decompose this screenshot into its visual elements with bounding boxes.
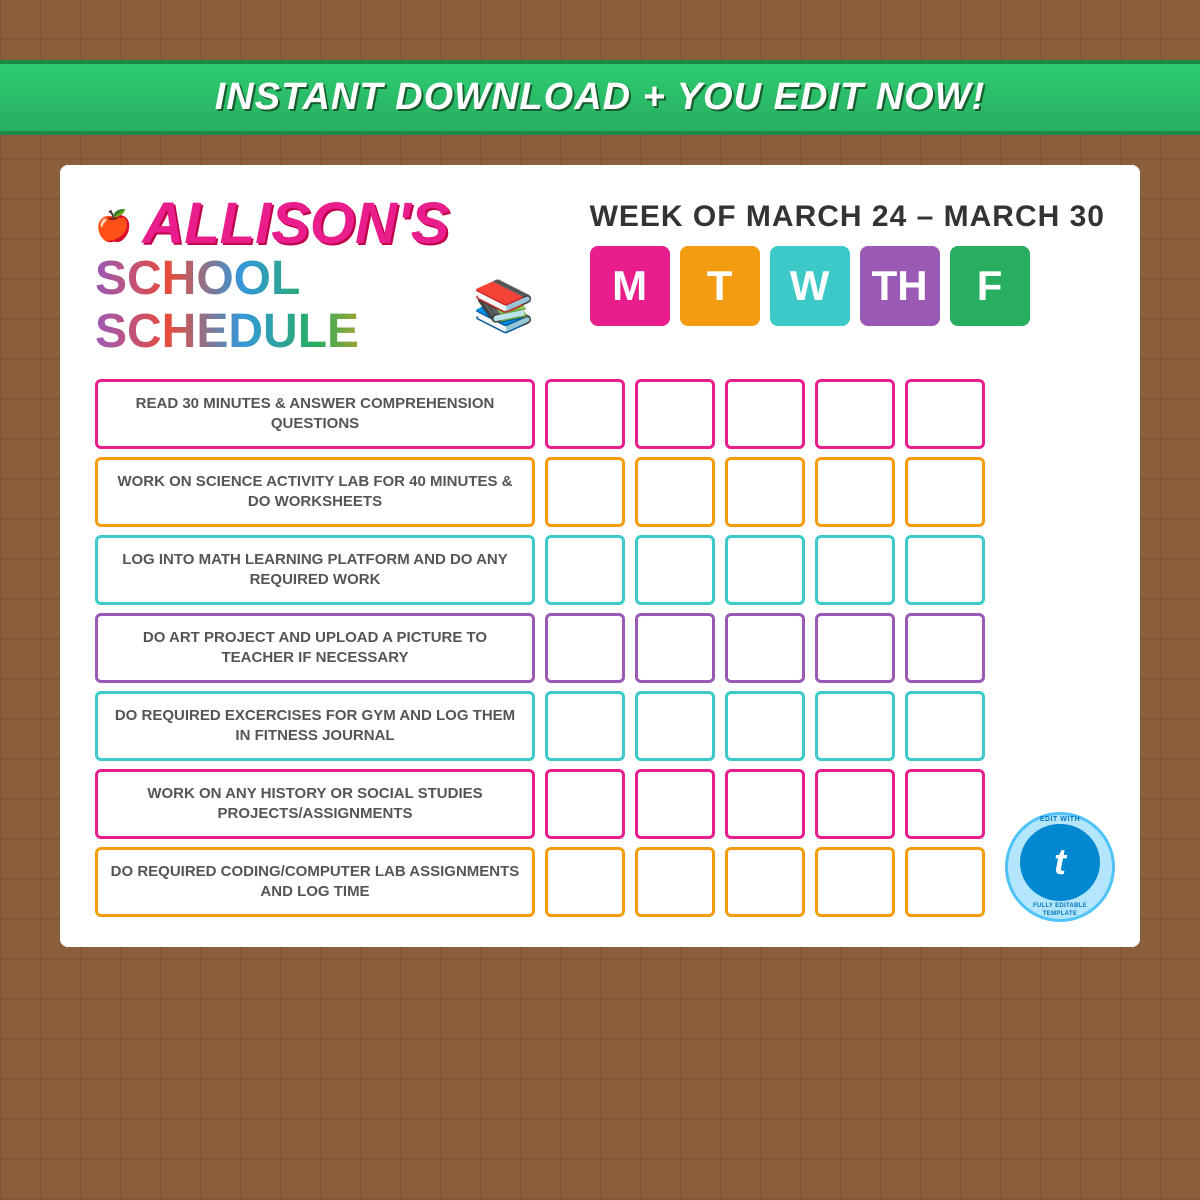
table-row: WORK ON ANY HISTORY OR SOCIAL STUDIES PR… <box>95 769 1105 839</box>
checkbox[interactable] <box>635 535 715 605</box>
day-thursday: TH <box>860 246 940 326</box>
task-4-checkboxes <box>545 613 985 683</box>
week-block: WEEK OF MARCH 24 – MARCH 30 M T W TH F <box>590 195 1105 326</box>
checkbox[interactable] <box>905 769 985 839</box>
table-row: DO REQUIRED CODING/COMPUTER LAB ASSIGNME… <box>95 847 1105 917</box>
checkbox[interactable] <box>545 535 625 605</box>
week-label: WEEK OF MARCH 24 – MARCH 30 <box>590 200 1105 234</box>
checkbox[interactable] <box>545 691 625 761</box>
templett-top-text: EDIT WITH <box>1040 815 1080 824</box>
checkbox[interactable] <box>815 379 895 449</box>
templett-bottom-text: FULLY EDITABLETEMPLATE <box>1033 903 1087 919</box>
table-row: DO ART PROJECT AND UPLOAD A PICTURE TO T… <box>95 613 1105 683</box>
day-friday: F <box>950 246 1030 326</box>
checkbox[interactable] <box>905 535 985 605</box>
allisons-name: ALLISON'S <box>142 195 449 253</box>
checkbox[interactable] <box>725 457 805 527</box>
checkbox[interactable] <box>725 691 805 761</box>
task-2-label: WORK ON SCIENCE ACTIVITY LAB FOR 40 MINU… <box>95 457 535 527</box>
checkbox[interactable] <box>815 613 895 683</box>
table-row: DO REQUIRED EXCERCISES FOR GYM AND LOG T… <box>95 691 1105 761</box>
task-6-checkboxes <box>545 769 985 839</box>
checkbox[interactable] <box>545 613 625 683</box>
checkbox[interactable] <box>635 613 715 683</box>
day-headers: M T W TH F <box>590 246 1105 326</box>
task-1-checkboxes <box>545 379 985 449</box>
checkbox[interactable] <box>635 847 715 917</box>
checkbox[interactable] <box>815 535 895 605</box>
title-block: 🍎 ALLISON'S SCHOOL SCHEDULE 📚 <box>95 195 535 359</box>
checkbox[interactable] <box>635 379 715 449</box>
task-6-label: WORK ON ANY HISTORY OR SOCIAL STUDIES PR… <box>95 769 535 839</box>
task-2-checkboxes <box>545 457 985 527</box>
templett-badge: EDIT WITH t FULLY EDITABLETEMPLATE <box>1005 812 1115 922</box>
checkbox[interactable] <box>815 457 895 527</box>
checkbox[interactable] <box>905 847 985 917</box>
main-card: 🍎 ALLISON'S SCHOOL SCHEDULE 📚 WEEK OF MA… <box>60 165 1140 947</box>
schedule-label: SCHOOL SCHEDULE <box>95 253 463 359</box>
task-7-checkboxes <box>545 847 985 917</box>
checkbox[interactable] <box>545 379 625 449</box>
books-icon: 📚 <box>473 281 535 331</box>
checkbox[interactable] <box>725 535 805 605</box>
task-3-label: LOG INTO MATH LEARNING PLATFORM AND DO A… <box>95 535 535 605</box>
task-3-checkboxes <box>545 535 985 605</box>
day-tuesday: T <box>680 246 760 326</box>
checkbox[interactable] <box>635 691 715 761</box>
table-row: WORK ON SCIENCE ACTIVITY LAB FOR 40 MINU… <box>95 457 1105 527</box>
checkbox[interactable] <box>725 613 805 683</box>
day-monday: M <box>590 246 670 326</box>
task-5-label: DO REQUIRED EXCERCISES FOR GYM AND LOG T… <box>95 691 535 761</box>
checkbox[interactable] <box>905 457 985 527</box>
name-line: 🍎 ALLISON'S <box>95 195 535 253</box>
checkbox[interactable] <box>725 847 805 917</box>
schedule-grid: READ 30 MINUTES & ANSWER COMPREHENSION Q… <box>95 379 1105 917</box>
apple-icon: 🍎 <box>95 209 132 244</box>
table-row: LOG INTO MATH LEARNING PLATFORM AND DO A… <box>95 535 1105 605</box>
day-wednesday: W <box>770 246 850 326</box>
task-1-label: READ 30 MINUTES & ANSWER COMPREHENSION Q… <box>95 379 535 449</box>
header-section: 🍎 ALLISON'S SCHOOL SCHEDULE 📚 WEEK OF MA… <box>95 195 1105 359</box>
checkbox[interactable] <box>635 457 715 527</box>
checkbox[interactable] <box>725 379 805 449</box>
checkbox[interactable] <box>725 769 805 839</box>
checkbox[interactable] <box>815 847 895 917</box>
checkbox[interactable] <box>815 769 895 839</box>
checkbox[interactable] <box>905 613 985 683</box>
checkbox[interactable] <box>545 769 625 839</box>
checkbox[interactable] <box>905 379 985 449</box>
checkbox[interactable] <box>545 457 625 527</box>
top-banner: INSTANT DOWNLOAD + YOU EDIT NOW! <box>0 60 1200 135</box>
table-row: READ 30 MINUTES & ANSWER COMPREHENSION Q… <box>95 379 1105 449</box>
task-7-label: DO REQUIRED CODING/COMPUTER LAB ASSIGNME… <box>95 847 535 917</box>
checkbox[interactable] <box>545 847 625 917</box>
task-5-checkboxes <box>545 691 985 761</box>
checkbox[interactable] <box>905 691 985 761</box>
templett-logo: t <box>1020 824 1100 901</box>
task-4-label: DO ART PROJECT AND UPLOAD A PICTURE TO T… <box>95 613 535 683</box>
checkbox[interactable] <box>635 769 715 839</box>
checkbox[interactable] <box>815 691 895 761</box>
banner-text: INSTANT DOWNLOAD + YOU EDIT NOW! <box>0 76 1200 119</box>
